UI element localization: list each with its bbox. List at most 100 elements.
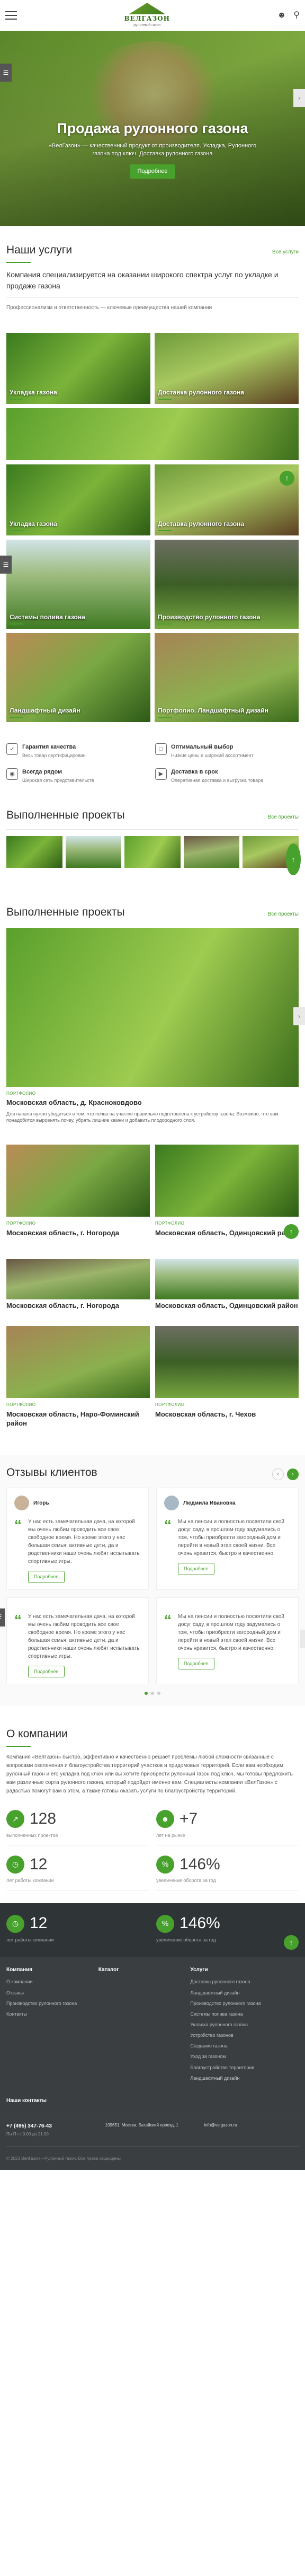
- about-section: О компании Компания «ВелГазон» быстро, э…: [0, 1727, 305, 1891]
- project-name[interactable]: Московская область, г. Ногорода: [6, 1228, 150, 1238]
- footer-heading: Каталог: [98, 1966, 119, 1973]
- service-card[interactable]: Ландшафтный дизайн: [6, 632, 150, 722]
- service-card[interactable]: Системы полива газона: [6, 539, 150, 629]
- service-card[interactable]: Укладка газона: [6, 332, 150, 404]
- service-banner[interactable]: [6, 408, 299, 460]
- service-card[interactable]: Портфолио. Ландшафтный дизайн: [155, 632, 299, 722]
- stat-item: ◷ 12 лет работы компании: [6, 1853, 149, 1891]
- site-header: ВЕЛГАЗОН рулонный газон ☻ ⚲: [0, 0, 305, 31]
- side-menu-icon[interactable]: ☰: [0, 64, 12, 82]
- footer-link[interactable]: Доставка рулонного газона: [190, 1979, 299, 1985]
- menu-burger-icon[interactable]: [5, 11, 17, 20]
- project-image[interactable]: [155, 1259, 299, 1299]
- services-all-link[interactable]: Все услуги: [272, 249, 299, 256]
- slider-dot[interactable]: [145, 1691, 148, 1695]
- footer-link[interactable]: Ландшафтный дизайн: [190, 2075, 299, 2081]
- service-caption: Портфолио. Ландшафтный дизайн: [158, 706, 268, 718]
- title-underline: [6, 262, 31, 263]
- project-main-image[interactable]: ›: [6, 927, 305, 1087]
- project-thumb[interactable]: [124, 836, 181, 868]
- project-name[interactable]: Московская область, Одинцовский район: [155, 1228, 299, 1238]
- site-logo[interactable]: ВЕЛГАЗОН рулонный газон: [124, 3, 170, 28]
- side-info-tab[interactable]: ›: [293, 89, 305, 107]
- side-menu-icon[interactable]: ☰: [0, 555, 12, 574]
- footer-contacts-heading: Наши контакты: [6, 2097, 47, 2104]
- feature-desc: Оперативная доставка и выгрузка товара: [171, 777, 264, 783]
- side-menu-icon[interactable]: ☰: [0, 1608, 5, 1627]
- project-image[interactable]: [155, 1145, 299, 1217]
- service-caption: Производство рулонного газона: [158, 613, 260, 625]
- service-card[interactable]: Доставка рулонного газона: [155, 464, 299, 535]
- avatar: [14, 1496, 29, 1511]
- side-info-tab[interactable]: ›: [293, 1007, 305, 1025]
- project-image[interactable]: [155, 1326, 299, 1399]
- footer-link[interactable]: Укладка рулонного газона: [190, 2021, 299, 2028]
- hero-more-button[interactable]: Подробнее: [130, 164, 175, 179]
- footer-link[interactable]: Производство рулонного газона: [190, 2000, 299, 2007]
- project-name[interactable]: Московская область, г. Ногорода: [6, 1301, 150, 1311]
- project-name[interactable]: Московская область, г. Чехов: [155, 1410, 299, 1419]
- review-more-button[interactable]: Подробнее: [28, 1665, 65, 1677]
- projects-preview-all-link[interactable]: Все проекты: [268, 814, 299, 821]
- footer-link[interactable]: О компании: [6, 1979, 93, 1985]
- footer-email[interactable]: info@velgazon.ru: [204, 2123, 299, 2129]
- stat-number: 146%: [180, 1914, 220, 1932]
- avatar: [164, 1496, 179, 1511]
- project-card[interactable]: Портфолио Московская область, г. Ногород…: [6, 1145, 150, 1237]
- stat-label: выполненных проектов: [6, 1832, 58, 1838]
- project-card[interactable]: Портфолио Московская область, г. Чехов: [155, 1326, 299, 1428]
- footer-link[interactable]: Системы полива газона: [190, 2011, 299, 2017]
- side-info-tab[interactable]: ›: [300, 1629, 305, 1648]
- project-name[interactable]: Московская область, Одинцовский район: [155, 1301, 299, 1311]
- footer-link[interactable]: Отзывы: [6, 1990, 93, 1996]
- scroll-up-button[interactable]: ↑: [284, 1935, 299, 1950]
- project-image[interactable]: [6, 1145, 150, 1217]
- scroll-up-button[interactable]: ↑: [286, 843, 301, 876]
- project-thumb[interactable]: [183, 836, 240, 868]
- project-name[interactable]: Московская область, д. Красноковдово: [6, 1098, 299, 1107]
- footer-link[interactable]: Контакты: [6, 2011, 93, 2017]
- quote-icon: “: [14, 1611, 22, 1628]
- footer-col-catalog: Каталог: [98, 1966, 185, 2086]
- footer-link[interactable]: Создание газона: [190, 2043, 299, 2049]
- project-tag: Портфолио: [155, 1221, 185, 1226]
- stats-dark-band: ◷ 12 лет работы компании % 146% увеличение…: [0, 1903, 305, 1957]
- clock-icon: ◷: [6, 1855, 24, 1874]
- review-more-button[interactable]: Подробнее: [178, 1657, 214, 1669]
- review-text: У нас есть замечательная дача, на которо…: [28, 1613, 140, 1659]
- slider-dot[interactable]: [151, 1691, 154, 1695]
- footer-link[interactable]: Производство рулонного газона: [6, 2000, 93, 2007]
- footer-link[interactable]: Ландшафтный дизайн: [190, 1990, 299, 1996]
- features-section: ✓ Гарантия качества Весь товар сертифицир…: [0, 743, 305, 784]
- user-icon[interactable]: ☻: [277, 10, 286, 21]
- project-thumb[interactable]: [65, 836, 122, 868]
- slider-dot[interactable]: [157, 1691, 160, 1695]
- project-card[interactable]: Московская область, г. Ногорода: [6, 1259, 150, 1311]
- project-image[interactable]: [6, 1259, 150, 1299]
- review-card: › “ Мы на пенсии и полностью посвятили с…: [156, 1597, 305, 1684]
- project-tag: Портфолио: [155, 1402, 185, 1408]
- projects-all-link[interactable]: Все проекты: [268, 911, 299, 918]
- service-card[interactable]: Доставка рулонного газона: [155, 332, 299, 404]
- project-card[interactable]: Портфолио Московская область, Наро-Фомин…: [6, 1326, 150, 1428]
- review-more-button[interactable]: Подробнее: [28, 1571, 65, 1583]
- search-icon[interactable]: ⚲: [293, 10, 300, 21]
- scroll-up-button[interactable]: ↑: [280, 470, 294, 486]
- review-more-button[interactable]: Подробнее: [178, 1563, 214, 1575]
- service-card[interactable]: Укладка газона: [6, 464, 150, 535]
- footer-heading: Компания: [6, 1966, 33, 1973]
- feature-title: Всегда рядом: [22, 768, 62, 775]
- prev-arrow-icon[interactable]: ‹: [272, 1469, 284, 1481]
- footer-link[interactable]: Уход за газоном: [190, 2053, 299, 2060]
- footer-link[interactable]: Устройство газонов: [190, 2032, 299, 2038]
- project-card[interactable]: Портфолио Московская область, Одинцовски…: [155, 1145, 299, 1239]
- footer-link[interactable]: Благоустройство территории: [190, 2064, 299, 2071]
- logo-text: ВЕЛГАЗОН: [124, 15, 170, 23]
- service-card[interactable]: Производство рулонного газона: [155, 539, 299, 629]
- project-card[interactable]: Московская область, Одинцовский район: [155, 1259, 299, 1311]
- footer-phone[interactable]: +7 (495) 347-76-43: [6, 2123, 101, 2130]
- project-image[interactable]: [6, 1326, 150, 1399]
- project-name[interactable]: Московская область, Наро-Фоминский район: [6, 1410, 150, 1428]
- next-arrow-icon[interactable]: ›: [287, 1469, 299, 1481]
- project-thumb[interactable]: [6, 836, 62, 868]
